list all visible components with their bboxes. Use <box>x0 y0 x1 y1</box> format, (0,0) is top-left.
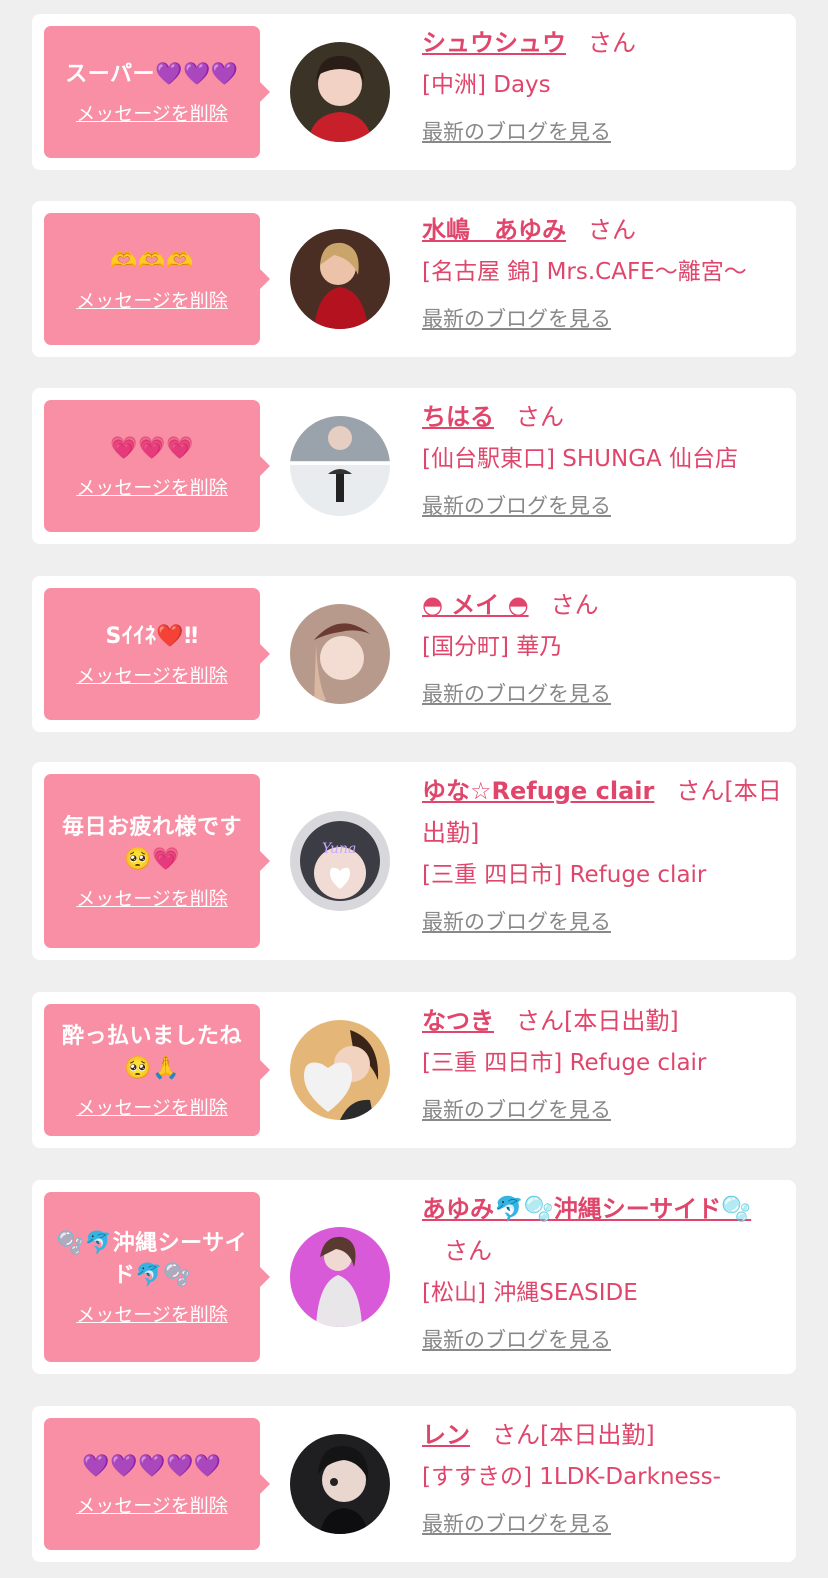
girl-name-link[interactable]: 水嶋 あゆみ <box>422 216 566 244</box>
san-label: さん <box>516 1007 564 1035</box>
list-item: 💜💜💜💜💜 メッセージを削除 レン さん[本日出勤] [すすきの] 1LDK-Da… <box>32 1406 796 1562</box>
latest-blog-link[interactable]: 最新のブログを見る <box>422 1504 788 1544</box>
girl-name-link[interactable]: ちはる <box>422 403 494 431</box>
delete-message-link[interactable]: メッセージを削除 <box>76 1491 228 1518</box>
delete-message-link[interactable]: メッセージを削除 <box>76 473 228 500</box>
avatar[interactable] <box>290 229 390 329</box>
girl-info: なつき さん[本日出勤] [三重 四日市] Refuge clair 最新のブログ… <box>422 1000 788 1130</box>
san-label: さん <box>492 1421 540 1449</box>
latest-blog-link[interactable]: 最新のブログを見る <box>422 1090 788 1130</box>
latest-blog-link[interactable]: 最新のブログを見る <box>422 902 788 942</box>
girl-name-link[interactable]: ◓ メイ ◓ <box>422 591 529 619</box>
shop-label: [仙台駅東口] SHUNGA 仙台店 <box>422 446 739 472</box>
girl-name-link[interactable]: なつき <box>422 1007 494 1035</box>
girl-name-link[interactable]: シュウシュウ <box>422 29 566 57</box>
shop-label: [三重 四日市] Refuge clair <box>422 1050 707 1076</box>
message-bubble: Sｲｲﾈ❤️‼︎ メッセージを削除 <box>44 588 270 720</box>
list-item: 🫶🫶🫶 メッセージを削除 水嶋 あゆみ さん [名古屋 錦] Mrs.CAFE〜離… <box>32 201 796 357</box>
attendance-label: [本日出勤] <box>564 1007 679 1035</box>
avatar[interactable] <box>290 1227 390 1327</box>
message-list: スーパー💜💜💜 メッセージを削除 シュウシュウ さん [中洲] Days 最新のブ… <box>0 0 828 1578</box>
avatar[interactable] <box>290 42 390 142</box>
attendance-label: [本日出勤] <box>540 1421 655 1449</box>
delete-message-link[interactable]: メッセージを削除 <box>76 286 228 313</box>
message-text: Sｲｲﾈ❤️‼︎ <box>105 623 199 649</box>
message-bubble: 🫶🫶🫶 メッセージを削除 <box>44 213 270 345</box>
avatar[interactable]: Yuna <box>290 811 390 911</box>
shop-label: [すすきの] 1LDK-Darkness- <box>422 1464 721 1490</box>
svg-text:Yuna: Yuna <box>322 841 356 857</box>
message-text: 🫧🐬沖縄シーサイド🐬🫧 <box>56 1230 248 1288</box>
san-label: さん <box>550 591 599 619</box>
girl-info: あゆみ🐬🫧沖縄シーサイド🫧 さん [松山] 沖縄SEASIDE 最新のブログを見る <box>422 1188 788 1360</box>
message-text: 酔っ払いましたね🥺🙏 <box>61 1023 242 1081</box>
girl-info: レン さん[本日出勤] [すすきの] 1LDK-Darkness- 最新のブログを… <box>422 1414 788 1544</box>
shop-label: [三重 四日市] Refuge clair <box>422 862 707 888</box>
san-label: さん <box>588 216 636 244</box>
message-bubble: 💜💜💜💜💜 メッセージを削除 <box>44 1418 270 1550</box>
avatar[interactable] <box>290 1434 390 1534</box>
avatar[interactable] <box>290 604 390 704</box>
girl-info: シュウシュウ さん [中洲] Days 最新のブログを見る <box>422 22 788 152</box>
message-bubble: 毎日お疲れ様です🥺💗 メッセージを削除 <box>44 774 270 948</box>
latest-blog-link[interactable]: 最新のブログを見る <box>422 674 788 714</box>
san-label: さん <box>676 777 725 805</box>
shop-label: [名古屋 錦] Mrs.CAFE〜離宮〜 <box>422 259 747 285</box>
list-item: 酔っ払いましたね🥺🙏 メッセージを削除 なつき さん[本日出勤] [三重 四日市]… <box>32 992 796 1148</box>
message-text: 毎日お疲れ様です🥺💗 <box>61 814 242 872</box>
girl-info: 水嶋 あゆみ さん [名古屋 錦] Mrs.CAFE〜離宮〜 最新のブログを見る <box>422 209 788 339</box>
san-label: さん <box>588 29 636 57</box>
delete-message-link[interactable]: メッセージを削除 <box>76 661 228 688</box>
message-bubble: スーパー💜💜💜 メッセージを削除 <box>44 26 270 158</box>
message-bubble: 🫧🐬沖縄シーサイド🐬🫧 メッセージを削除 <box>44 1192 270 1362</box>
girl-info: ちはる さん [仙台駅東口] SHUNGA 仙台店 最新のブログを見る <box>422 396 788 526</box>
latest-blog-link[interactable]: 最新のブログを見る <box>422 1320 788 1360</box>
girl-info: ◓ メイ ◓ さん [国分町] 華乃 最新のブログを見る <box>422 584 788 714</box>
message-text: 💜💜💜💜💜 <box>82 1453 222 1479</box>
shop-label: [国分町] 華乃 <box>422 634 563 660</box>
san-label: さん <box>516 403 564 431</box>
delete-message-link[interactable]: メッセージを削除 <box>76 1093 228 1120</box>
list-item: 💗💗💗 メッセージを削除 ちはる さん [仙台駅東口] SHUNGA 仙台店 最新… <box>32 388 796 544</box>
delete-message-link[interactable]: メッセージを削除 <box>76 884 228 911</box>
shop-label: [松山] 沖縄SEASIDE <box>422 1280 638 1306</box>
girl-name-link[interactable]: あゆみ🐬🫧沖縄シーサイド🫧 <box>422 1195 751 1223</box>
latest-blog-link[interactable]: 最新のブログを見る <box>422 299 788 339</box>
list-item: スーパー💜💜💜 メッセージを削除 シュウシュウ さん [中洲] Days 最新のブ… <box>32 14 796 170</box>
message-text: 🫶🫶🫶 <box>110 248 194 274</box>
message-text: 💗💗💗 <box>110 435 194 461</box>
message-bubble: 💗💗💗 メッセージを削除 <box>44 400 270 532</box>
message-text: スーパー💜💜💜 <box>65 61 239 87</box>
delete-message-link[interactable]: メッセージを削除 <box>76 99 228 126</box>
girl-name-link[interactable]: ゆな☆Refuge clair <box>422 777 654 805</box>
avatar[interactable] <box>290 1020 390 1120</box>
message-bubble: 酔っ払いましたね🥺🙏 メッセージを削除 <box>44 1004 270 1136</box>
girl-name-link[interactable]: レン <box>422 1421 470 1449</box>
list-item: 🫧🐬沖縄シーサイド🐬🫧 メッセージを削除 あゆみ🐬🫧沖縄シーサイド🫧 さん [松山… <box>32 1180 796 1374</box>
avatar[interactable] <box>290 416 390 516</box>
list-item: Sｲｲﾈ❤️‼︎ メッセージを削除 ◓ メイ ◓ さん [国分町] 華乃 最新のブ… <box>32 576 796 732</box>
girl-info: ゆな☆Refuge clair さん[本日出勤] [三重 四日市] Refuge … <box>422 770 788 942</box>
latest-blog-link[interactable]: 最新のブログを見る <box>422 486 788 526</box>
latest-blog-link[interactable]: 最新のブログを見る <box>422 112 788 152</box>
san-label: さん <box>444 1237 492 1265</box>
shop-label: [中洲] Days <box>422 72 551 98</box>
list-item: 毎日お疲れ様です🥺💗 メッセージを削除 Yuna ゆな☆Refuge clair… <box>32 762 796 960</box>
delete-message-link[interactable]: メッセージを削除 <box>76 1300 228 1327</box>
